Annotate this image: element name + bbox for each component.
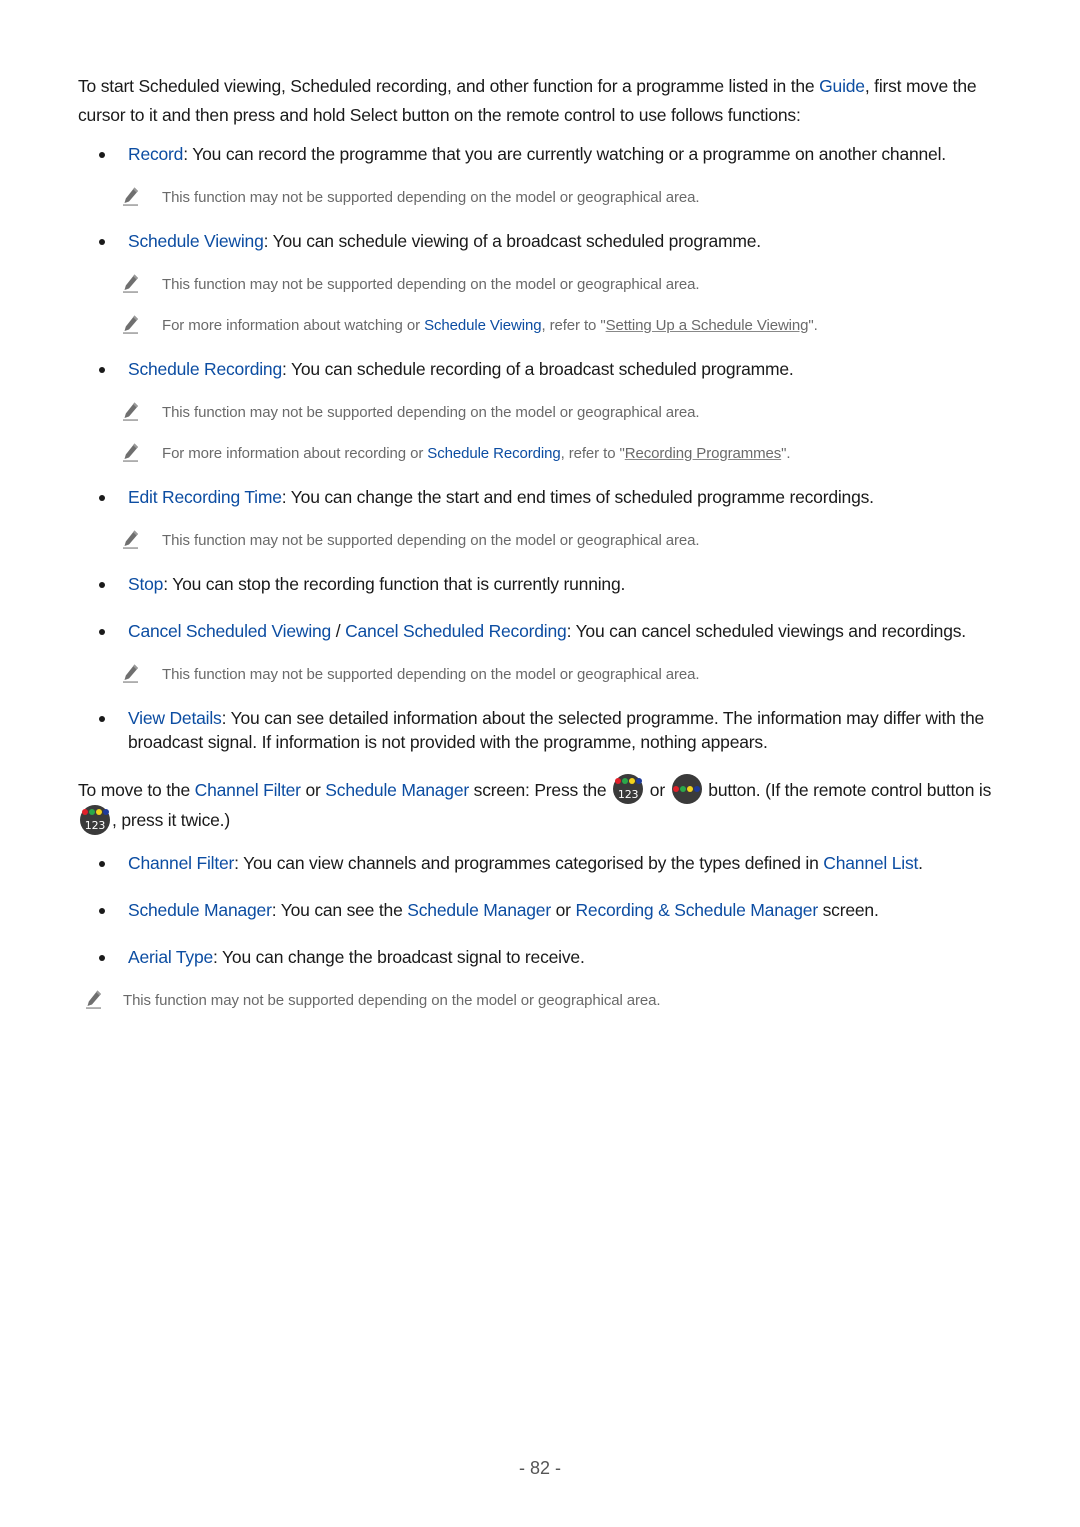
schedule-viewing-link[interactable]: Schedule Viewing — [424, 317, 541, 334]
color-button-icon — [671, 774, 702, 805]
yellow-dot-icon — [628, 778, 635, 785]
cancel-scheduled-recording-term[interactable]: Cancel Scheduled Recording — [345, 621, 567, 641]
number-color-button-icon: 123 — [80, 804, 110, 835]
list-item-schedule-viewing: Schedule Viewing: You can schedule viewi… — [78, 229, 1008, 253]
pencil-note-icon — [122, 273, 140, 293]
yellow-dot-icon — [95, 808, 102, 815]
guide-link[interactable]: Guide — [819, 76, 865, 96]
note-schedule-viewing-more-info: For more information about watching or S… — [78, 316, 1008, 336]
note-record-support: This function may not be supported depen… — [78, 188, 1008, 208]
red-dot-icon — [614, 778, 621, 785]
bullet-icon — [99, 907, 105, 914]
setting-up-schedule-viewing-ref[interactable]: Setting Up a Schedule Viewing — [606, 317, 809, 334]
schedule-manager-term[interactable]: Schedule Manager — [128, 900, 272, 920]
schedule-recording-link[interactable]: Schedule Recording — [427, 445, 560, 462]
list-item-schedule-manager: Schedule Manager: You can see the Schedu… — [78, 898, 1008, 922]
note-schedule-recording-more-info: For more information about recording or … — [78, 444, 1008, 464]
list-item-aerial-type: Aerial Type: You can change the broadcas… — [78, 945, 1008, 969]
record-term[interactable]: Record — [128, 144, 183, 164]
bullet-icon — [99, 239, 105, 245]
note-final-support: This function may not be supported depen… — [78, 991, 1008, 1011]
aerial-type-term[interactable]: Aerial Type — [128, 947, 213, 967]
blue-dot-icon — [102, 808, 109, 815]
note-schedule-recording-support: This function may not be supported depen… — [78, 403, 1008, 423]
recording-programmes-ref[interactable]: Recording Programmes — [625, 445, 782, 462]
note-edit-recording-time-support: This function may not be supported depen… — [78, 531, 1008, 551]
bullet-icon — [99, 716, 105, 722]
channel-filter-link[interactable]: Channel Filter — [195, 780, 301, 800]
pencil-note-icon — [122, 401, 140, 421]
list-item-stop: Stop: You can stop the recording functio… — [78, 572, 1008, 596]
edit-recording-time-term[interactable]: Edit Recording Time — [128, 487, 282, 507]
pencil-note-icon — [122, 442, 140, 462]
list-item-edit-recording-time: Edit Recording Time: You can change the … — [78, 485, 1008, 509]
bullet-icon — [99, 582, 105, 588]
color-dots — [80, 808, 110, 815]
note-cancel-scheduled-support: This function may not be supported depen… — [78, 665, 1008, 685]
red-dot-icon — [81, 808, 88, 815]
green-dot-icon — [88, 808, 95, 815]
blue-dot-icon — [694, 786, 701, 793]
manual-page: To start Scheduled viewing, Scheduled re… — [78, 72, 1008, 1011]
bullet-icon — [99, 954, 105, 961]
pencil-note-icon — [85, 989, 103, 1009]
blue-dot-icon — [635, 778, 642, 785]
green-dot-icon — [621, 778, 628, 785]
channel-list-link[interactable]: Channel List — [823, 853, 918, 873]
note-schedule-viewing-support: This function may not be supported depen… — [78, 275, 1008, 295]
color-dots — [613, 778, 643, 785]
move-paragraph: To move to the Channel Filter or Schedul… — [78, 774, 1008, 837]
stop-term[interactable]: Stop — [128, 574, 163, 594]
pencil-note-icon — [122, 186, 140, 206]
bullet-icon — [99, 367, 105, 373]
schedule-manager-link[interactable]: Schedule Manager — [325, 780, 469, 800]
list-item-view-details: View Details: You can see detailed infor… — [78, 706, 1008, 754]
bullet-icon — [99, 629, 105, 635]
view-details-term[interactable]: View Details — [128, 708, 222, 728]
pencil-note-icon — [122, 529, 140, 549]
red-dot-icon — [673, 786, 680, 793]
cancel-scheduled-viewing-term[interactable]: Cancel Scheduled Viewing — [128, 621, 331, 641]
schedule-viewing-term[interactable]: Schedule Viewing — [128, 231, 264, 251]
pencil-note-icon — [122, 314, 140, 334]
list-item-cancel-scheduled: Cancel Scheduled Viewing / Cancel Schedu… — [78, 619, 1008, 643]
intro-paragraph: To start Scheduled viewing, Scheduled re… — [78, 76, 977, 125]
bullet-icon — [99, 495, 105, 501]
channel-filter-term[interactable]: Channel Filter — [128, 853, 234, 873]
number-color-button-icon: 123 — [613, 774, 644, 805]
recording-schedule-manager-link[interactable]: Recording & Schedule Manager — [575, 900, 818, 920]
list-item-record: Record: You can record the programme tha… — [78, 142, 1008, 166]
pencil-note-icon — [122, 663, 140, 683]
color-dots — [672, 786, 702, 793]
green-dot-icon — [680, 786, 687, 793]
bullet-icon — [99, 860, 105, 867]
yellow-dot-icon — [687, 786, 694, 793]
page-number: - 82 - — [518, 1458, 561, 1478]
list-item-channel-filter: Channel Filter: You can view channels an… — [78, 851, 1008, 875]
bullet-icon — [99, 152, 105, 158]
schedule-manager-screen-link[interactable]: Schedule Manager — [407, 900, 551, 920]
schedule-recording-term[interactable]: Schedule Recording — [128, 359, 282, 379]
list-item-schedule-recording: Schedule Recording: You can schedule rec… — [78, 357, 1008, 381]
